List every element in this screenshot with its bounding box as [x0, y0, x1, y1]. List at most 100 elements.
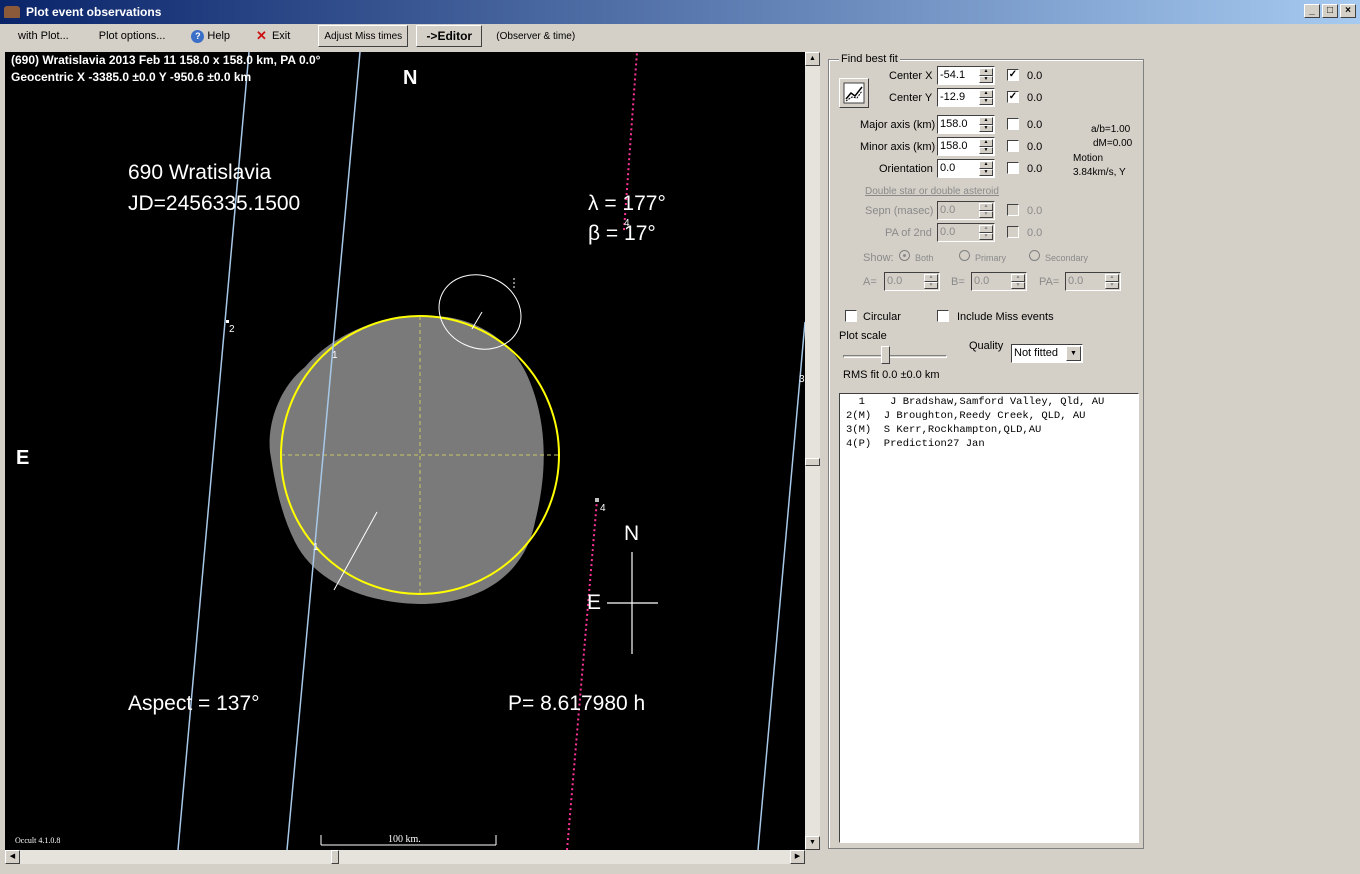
plot-canvas[interactable]: (690) Wratislavia 2013 Feb 11 158.0 x 15…	[5, 52, 805, 850]
quality-dropdown-icon[interactable]: ▼	[1066, 346, 1081, 361]
lambda-label: λ = 177°	[588, 192, 666, 215]
double-star-link[interactable]: Double star or double asteroid	[865, 186, 999, 197]
scroll-down-arrow-icon[interactable]: ▼	[805, 836, 820, 850]
center-y-spin-buttons[interactable]: ▲ ▼	[979, 90, 993, 105]
show-primary-label: Primary	[975, 253, 1006, 263]
sepn-spin-buttons[interactable]: ▲ ▼	[979, 203, 993, 218]
a-spin-buttons[interactable]: ▲ ▼	[924, 274, 938, 289]
vertical-scroll-thumb[interactable]	[805, 458, 820, 466]
title-bar: Plot event observations _ □ ×	[0, 0, 1360, 24]
horizontal-scroll-thumb[interactable]	[331, 850, 339, 864]
menu-help[interactable]: ? Help	[185, 29, 236, 43]
menu-plot-options[interactable]: Plot options...	[93, 30, 172, 42]
center-x-label: Center X	[889, 70, 933, 82]
chord-label-4b: 4	[600, 503, 606, 514]
minor-axis-spinner[interactable]: 158.0 ▲ ▼	[937, 137, 995, 156]
menu-exit-label: Exit	[271, 30, 291, 42]
plot-scale-slider-thumb[interactable]	[881, 346, 890, 364]
close-button[interactable]: ×	[1340, 4, 1356, 18]
menu-exit[interactable]: ✕ Exit	[250, 28, 296, 44]
show-secondary-label: Secondary	[1045, 253, 1089, 263]
center-y-spinner[interactable]: -12.9 ▲ ▼	[937, 88, 995, 107]
sepn-checkbox[interactable]	[1007, 204, 1019, 216]
a-label: A=	[863, 276, 877, 288]
major-axis-checkbox[interactable]	[1007, 118, 1019, 130]
orientation-checkbox[interactable]	[1007, 162, 1019, 174]
scroll-left-arrow-icon[interactable]: ◀	[5, 850, 20, 864]
minor-axis-spin-buttons[interactable]: ▲ ▼	[979, 139, 993, 154]
compass-north-label: N	[624, 522, 640, 545]
observer-row[interactable]: 3(M) S Kerr,Rockhampton,QLD,AU	[846, 424, 1132, 438]
show-primary-radio[interactable]	[959, 250, 970, 261]
chord-label-3: 3	[799, 374, 805, 385]
quality-label: Quality	[969, 340, 1004, 352]
observer-list[interactable]: 1 J Bradshaw,Samford Valley, Qld, AU 2(M…	[839, 393, 1139, 843]
pa2-spinner[interactable]: 0.0 ▲ ▼	[937, 223, 995, 242]
circular-checkbox[interactable]	[845, 310, 857, 322]
fit-chart-button[interactable]	[839, 78, 869, 108]
center-x-spinner[interactable]: -54.1 ▲ ▼	[937, 66, 995, 85]
major-axis-spin-buttons[interactable]: ▲ ▼	[979, 117, 993, 132]
minor-axis-uncertainty: 0.0	[1027, 141, 1043, 153]
pa2-uncertainty: 0.0	[1027, 227, 1043, 239]
observer-row[interactable]: 2(M) J Broughton,Reedy Creek, QLD, AU	[846, 410, 1132, 424]
observer-row[interactable]: 4(P) Prediction27 Jan	[846, 438, 1132, 452]
center-y-checkbox[interactable]: ✓	[1007, 91, 1019, 103]
motion-label: Motion	[1073, 153, 1104, 164]
orientation-spin-buttons[interactable]: ▲ ▼	[979, 161, 993, 176]
b-spin-buttons[interactable]: ▲ ▼	[1011, 274, 1025, 289]
east-label-left: E	[16, 447, 30, 469]
help-icon: ?	[191, 29, 205, 43]
minor-axis-value: 158.0	[940, 140, 968, 152]
show-both-radio[interactable]	[899, 250, 910, 261]
pa-spin-buttons[interactable]: ▲ ▼	[1105, 274, 1119, 289]
quality-select[interactable]: Not fitted ▼	[1011, 344, 1083, 363]
plot-vertical-scrollbar[interactable]: ▲ ▼	[805, 52, 820, 850]
fit-panel: Find best fit Center X -54.1 ▲ ▼ ✓ 0.0 Ce…	[826, 52, 1358, 852]
scroll-right-arrow-icon[interactable]: ▶	[790, 850, 805, 864]
plot-header-line1: (690) Wratislavia 2013 Feb 11 158.0 x 15…	[11, 53, 321, 67]
center-x-spin-buttons[interactable]: ▲ ▼	[979, 68, 993, 83]
observer-row[interactable]: 1 J Bradshaw,Samford Valley, Qld, AU	[846, 396, 1132, 410]
sepn-label: Sepn (masec)	[865, 205, 934, 217]
center-x-value: -54.1	[940, 69, 966, 81]
chord-4-marker	[595, 498, 599, 502]
pa-spinner[interactable]: 0.0 ▲ ▼	[1065, 272, 1121, 291]
show-both-label: Both	[915, 253, 934, 263]
menu-with-plot[interactable]: with Plot...	[12, 30, 75, 42]
maximize-button[interactable]: □	[1322, 4, 1338, 18]
orientation-spinner[interactable]: 0.0 ▲ ▼	[937, 159, 995, 178]
close-x-icon: ✕	[256, 28, 267, 43]
show-label: Show:	[863, 252, 894, 264]
plot-horizontal-scrollbar[interactable]: ◀ ▶	[5, 850, 805, 864]
orientation-label: Orientation	[879, 163, 933, 175]
a-spinner[interactable]: 0.0 ▲ ▼	[884, 272, 940, 291]
pa2-checkbox[interactable]	[1007, 226, 1019, 238]
adjust-miss-times-button[interactable]: Adjust Miss times	[318, 25, 409, 47]
plot-scale-track[interactable]	[843, 355, 947, 358]
app-icon	[4, 6, 20, 18]
scroll-up-arrow-icon[interactable]: ▲	[805, 52, 820, 66]
minor-axis-checkbox[interactable]	[1007, 140, 1019, 152]
b-spinner[interactable]: 0.0 ▲ ▼	[971, 272, 1027, 291]
minimize-button[interactable]: _	[1304, 4, 1320, 18]
find-best-fit-title: Find best fit	[839, 53, 900, 65]
pa2-spin-buttons[interactable]: ▲ ▼	[979, 225, 993, 240]
motion-value: 3.84km/s, Y	[1073, 167, 1126, 178]
sepn-spinner[interactable]: 0.0 ▲ ▼	[937, 201, 995, 220]
observer-time-label: (Observer & time)	[496, 30, 576, 42]
chord-label-1b: 1	[313, 542, 319, 553]
plot-scale-label: Plot scale	[839, 330, 887, 342]
include-miss-checkbox[interactable]	[937, 310, 949, 322]
center-y-uncertainty: 0.0	[1027, 92, 1043, 104]
major-axis-spinner[interactable]: 158.0 ▲ ▼	[937, 115, 995, 134]
show-secondary-radio[interactable]	[1029, 250, 1040, 261]
editor-button[interactable]: ->Editor	[416, 25, 483, 47]
chord-2-marker	[226, 320, 229, 323]
pa2-value: 0.0	[940, 226, 956, 238]
major-axis-label: Major axis (km)	[860, 119, 936, 131]
center-x-checkbox[interactable]: ✓	[1007, 69, 1019, 81]
scale-bar-label: 100 km.	[388, 834, 421, 845]
orientation-value: 0.0	[940, 162, 956, 174]
center-x-uncertainty: 0.0	[1027, 70, 1043, 82]
